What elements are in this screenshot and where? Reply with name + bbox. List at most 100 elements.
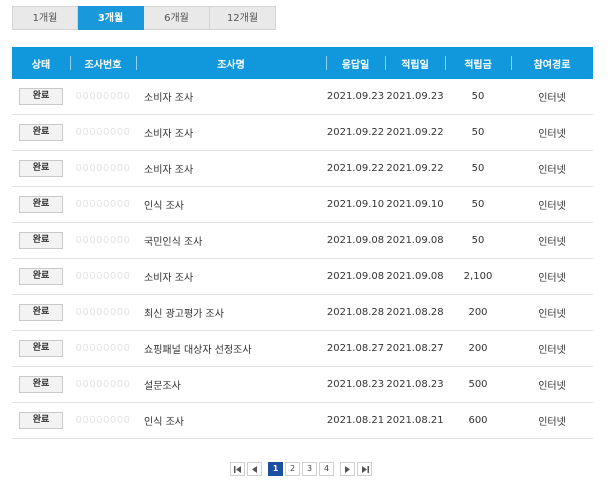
- points-cell: 50: [445, 114, 511, 151]
- earn-date-cell: 2021.09.08: [385, 258, 445, 295]
- header-response-date: 응답일: [326, 47, 385, 79]
- status-complete-button[interactable]: 완료: [19, 196, 63, 213]
- survey-name-cell: 최신 광고평가 조사: [136, 294, 326, 331]
- channel-cell: 인터넷: [511, 79, 593, 115]
- status-cell: 완료: [12, 366, 70, 403]
- survey-name-cell: 소비자 조사: [136, 258, 326, 295]
- tab-6-months[interactable]: 6개월: [144, 6, 210, 30]
- survey-name-text: 인식 조사: [144, 417, 184, 428]
- response-date-cell: 2021.08.28: [326, 294, 385, 331]
- points-text: 50: [471, 163, 485, 174]
- earn-date-text: 2021.09.23: [386, 91, 444, 102]
- table-row: 완료 00000000 소비자 조사 2021.09.22 2021.09.22 50 인터…: [12, 150, 593, 187]
- response-date-text: 2021.09.22: [326, 127, 385, 138]
- earn-date-text: 2021.09.22: [386, 163, 444, 174]
- points-text: 50: [471, 235, 485, 246]
- channel-text: 인터넷: [538, 93, 566, 104]
- page-1-button[interactable]: 1: [268, 462, 283, 476]
- header-survey-name: 조사명: [136, 47, 326, 79]
- channel-text: 인터넷: [538, 381, 566, 392]
- survey-name-cell: 인식 조사: [136, 186, 326, 223]
- channel-cell: 인터넷: [511, 258, 593, 295]
- survey-no-text: 00000000: [75, 307, 131, 318]
- earn-date-text: 2021.09.10: [386, 199, 444, 210]
- page-4-button[interactable]: 4: [319, 462, 334, 476]
- channel-cell: 인터넷: [511, 330, 593, 367]
- status-complete-button[interactable]: 완료: [19, 232, 63, 249]
- survey-no-cell: 00000000: [70, 79, 136, 115]
- earn-date-text: 2021.08.23: [386, 379, 444, 390]
- channel-cell: 인터넷: [511, 222, 593, 259]
- status-complete-button[interactable]: 완료: [19, 376, 63, 393]
- points-cell: 50: [445, 186, 511, 223]
- earn-date-cell: 2021.09.23: [385, 79, 445, 115]
- next-page-icon[interactable]: [340, 462, 355, 476]
- survey-name-cell: 인식 조사: [136, 402, 326, 439]
- status-complete-button[interactable]: 완료: [19, 268, 63, 285]
- tab-12-months[interactable]: 12개월: [210, 6, 276, 30]
- channel-text: 인터넷: [538, 273, 566, 284]
- status-complete-button[interactable]: 완료: [19, 412, 63, 429]
- table-row: 완료 00000000 인식 조사 2021.08.21 2021.08.21 600 인터…: [12, 402, 593, 439]
- earn-date-text: 2021.09.08: [386, 235, 444, 246]
- status-complete-button[interactable]: 완료: [19, 88, 63, 105]
- points-text: 50: [471, 199, 485, 210]
- points-text: 200: [468, 307, 488, 318]
- status-cell: 완료: [12, 222, 70, 259]
- survey-name-text: 소비자 조사: [144, 93, 194, 104]
- earn-date-cell: 2021.08.23: [385, 366, 445, 403]
- status-complete-button[interactable]: 완료: [19, 304, 63, 321]
- survey-no-text: 00000000: [75, 271, 131, 282]
- survey-name-cell: 소비자 조사: [136, 150, 326, 187]
- survey-name-text: 설문조사: [144, 381, 181, 392]
- survey-no-cell: 00000000: [70, 366, 136, 403]
- points-cell: 500: [445, 366, 511, 403]
- status-complete-button[interactable]: 완료: [19, 340, 63, 357]
- response-date-text: 2021.09.23: [326, 91, 385, 102]
- table-row: 완료 00000000 소비자 조사 2021.09.22 2021.09.22 50 인터…: [12, 114, 593, 151]
- points-cell: 50: [445, 79, 511, 115]
- status-complete-button[interactable]: 완료: [19, 124, 63, 141]
- table-row: 완료 00000000 소비자 조사 2021.09.08 2021.09.08 2,10…: [12, 258, 593, 295]
- points-text: 500: [468, 379, 488, 390]
- earn-date-cell: 2021.09.22: [385, 114, 445, 151]
- channel-cell: 인터넷: [511, 366, 593, 403]
- survey-no-text: 00000000: [75, 379, 131, 390]
- page-2-button[interactable]: 2: [285, 462, 300, 476]
- survey-name-text: 국민인식 조사: [144, 237, 203, 248]
- tab-1-month[interactable]: 1개월: [12, 6, 78, 30]
- first-page-icon[interactable]: [230, 462, 245, 476]
- points-text: 200: [468, 343, 488, 354]
- tab-3-months[interactable]: 3개월: [78, 6, 144, 30]
- response-date-cell: 2021.09.08: [326, 258, 385, 295]
- points-text: 50: [471, 91, 485, 102]
- table-row: 완료 00000000 국민인식 조사 2021.09.08 2021.09.08 50 인…: [12, 222, 593, 259]
- points-text: 2,100: [463, 271, 493, 282]
- status-complete-button[interactable]: 완료: [19, 160, 63, 177]
- status-cell: 완료: [12, 186, 70, 223]
- header-points: 적립금: [445, 47, 511, 79]
- status-cell: 완료: [12, 150, 70, 187]
- response-date-cell: 2021.09.22: [326, 114, 385, 151]
- survey-name-text: 소비자 조사: [144, 129, 194, 140]
- status-cell: 완료: [12, 114, 70, 151]
- response-date-text: 2021.09.08: [326, 271, 385, 282]
- survey-no-cell: 00000000: [70, 150, 136, 187]
- table-row: 완료 00000000 소비자 조사 2021.09.23 2021.09.23 50 인터…: [12, 79, 593, 115]
- earn-date-cell: 2021.08.28: [385, 294, 445, 331]
- page-3-button[interactable]: 3: [302, 462, 317, 476]
- last-page-icon[interactable]: [357, 462, 372, 476]
- survey-name-text: 소비자 조사: [144, 273, 194, 284]
- response-date-text: 2021.09.22: [326, 163, 385, 174]
- response-date-cell: 2021.09.10: [326, 186, 385, 223]
- points-cell: 200: [445, 330, 511, 367]
- survey-name-cell: 쇼핑패널 대상자 선정조사: [136, 330, 326, 367]
- response-date-cell: 2021.08.27: [326, 330, 385, 367]
- response-date-text: 2021.09.08: [326, 235, 385, 246]
- channel-text: 인터넷: [538, 237, 566, 248]
- survey-name-cell: 설문조사: [136, 366, 326, 403]
- survey-name-text: 쇼핑패널 대상자 선정조사: [144, 345, 252, 356]
- header-earn-date: 적립일: [385, 47, 445, 79]
- survey-name-text: 소비자 조사: [144, 165, 194, 176]
- prev-page-icon[interactable]: [247, 462, 262, 476]
